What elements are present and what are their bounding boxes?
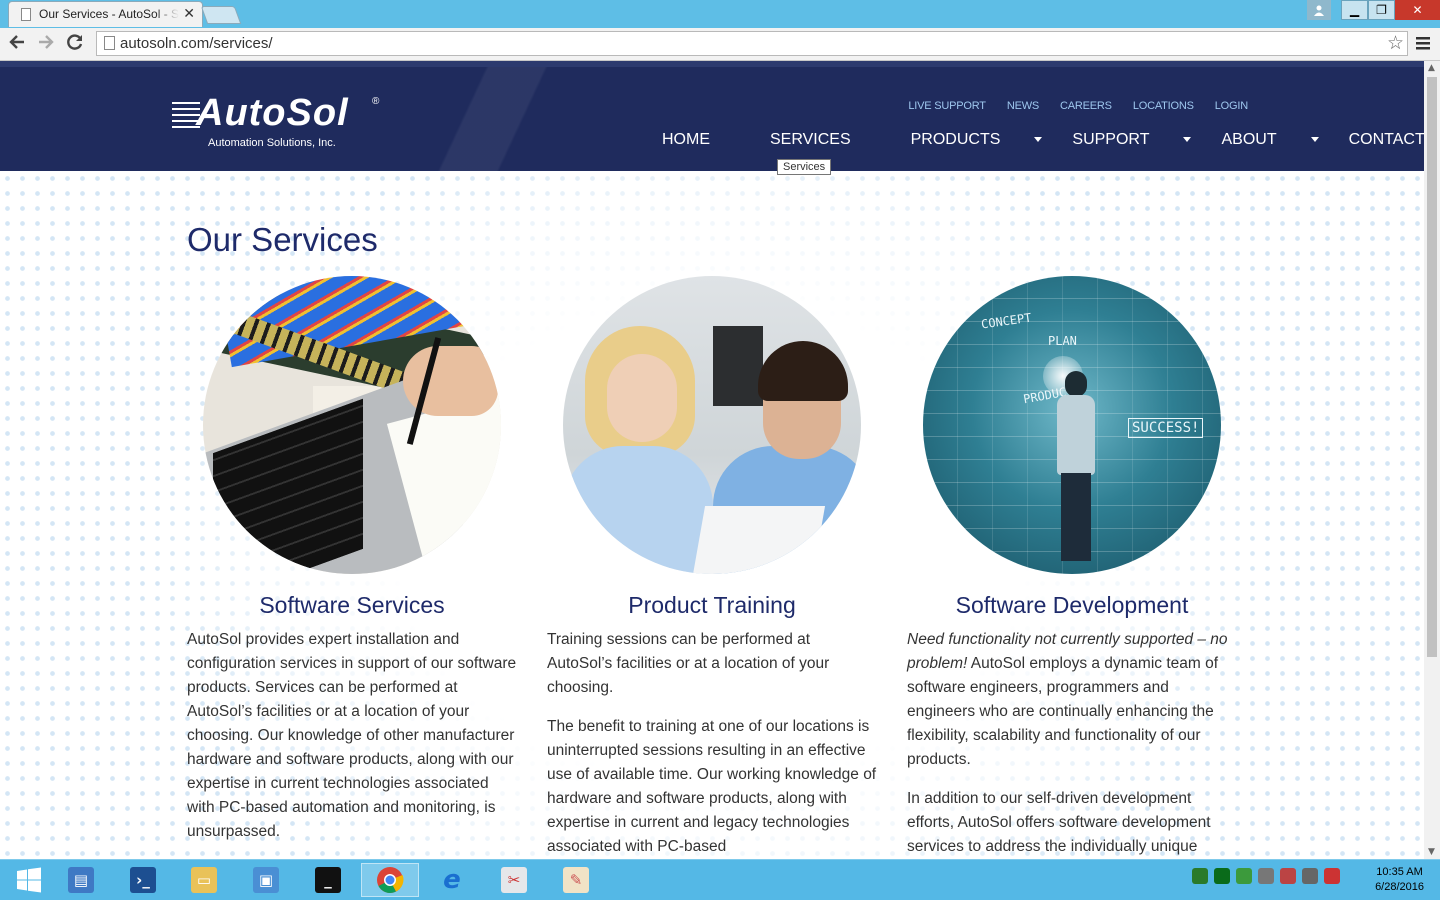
nav-home[interactable]: HOME: [662, 131, 740, 149]
nav-services-label: SERVICES: [770, 131, 851, 148]
utility-link-careers[interactable]: CAREERS: [1060, 100, 1112, 112]
software-development-paragraph-1: Need functionality not currently support…: [907, 628, 1237, 772]
nav-support-label: SUPPORT: [1072, 131, 1150, 148]
reload-icon[interactable]: [66, 32, 84, 56]
tray-display-icon[interactable]: [1258, 868, 1274, 884]
system-tray: [1192, 868, 1340, 884]
command-prompt-icon[interactable]: _: [299, 863, 357, 897]
browser-toolbar: autosoln.com/services/ ☆: [0, 28, 1440, 61]
nav-contact[interactable]: CONTACT: [1349, 131, 1424, 149]
browser-title-bar: Our Services - AutoSol - S ✕ ▁ ❐ ✕: [0, 0, 1440, 28]
clock-date: 6/28/2016: [1375, 881, 1424, 893]
nav-about[interactable]: ABOUT: [1221, 131, 1319, 149]
tab-close-icon[interactable]: ✕: [183, 6, 195, 22]
nav-about-label: ABOUT: [1221, 131, 1277, 148]
software-services-image: [203, 276, 501, 574]
bookmark-star-icon[interactable]: ☆: [1387, 32, 1404, 54]
address-bar[interactable]: autosoln.com/services/ ☆: [96, 31, 1408, 56]
page-favicon-icon: [21, 8, 31, 21]
server-manager-icon[interactable]: ▤: [52, 863, 110, 897]
tray-network-icon[interactable]: [1192, 868, 1208, 884]
nav-home-label: HOME: [662, 131, 710, 148]
scroll-down-icon[interactable]: ▼: [1428, 847, 1435, 857]
snipping-tool-icon[interactable]: ✂: [485, 863, 543, 897]
software-services-heading: Software Services: [259, 592, 445, 618]
nav-contact-label: CONTACT: [1348, 131, 1424, 148]
restore-button[interactable]: ❐: [1368, 0, 1395, 20]
chevron-down-icon: [1310, 137, 1319, 143]
browser-tab[interactable]: Our Services - AutoSol - S ✕: [8, 1, 203, 27]
utility-link-login[interactable]: LOGIN: [1215, 100, 1248, 112]
internet-explorer-icon[interactable]: e: [423, 863, 481, 897]
software-development-image: CONCEPT PLAN PRODUCT SUCCESS!: [923, 276, 1221, 574]
utility-link-locations[interactable]: LOCATIONS: [1133, 100, 1194, 112]
new-tab-button[interactable]: [200, 6, 242, 24]
user-profile-icon[interactable]: [1307, 0, 1331, 20]
utility-link-live-support[interactable]: LIVE SUPPORT: [908, 100, 986, 112]
nav-support[interactable]: SUPPORT: [1072, 131, 1192, 149]
main-content: Our Services Software Services AutoSol p…: [0, 171, 1424, 859]
product-training-paragraph-1: Training sessions can be performed at Au…: [547, 631, 830, 696]
scroll-up-icon[interactable]: ▲: [1428, 63, 1435, 73]
autosol-logo[interactable]: AutoSol ® Automation Solutions, Inc.: [170, 92, 390, 154]
close-window-button[interactable]: ✕: [1395, 0, 1440, 20]
minimize-button[interactable]: ▁: [1341, 0, 1368, 20]
software-development-heading: Software Development: [955, 592, 1189, 618]
product-training-text: Training sessions can be performed at Au…: [547, 628, 877, 859]
main-nav: HOME SERVICES PRODUCTS SUPPORT ABOUT CON…: [662, 131, 1424, 149]
remote-desktop-icon[interactable]: ▣: [237, 863, 295, 897]
file-explorer-icon[interactable]: ▭: [175, 863, 233, 897]
nav-products-label: PRODUCTS: [910, 131, 1001, 148]
windows-taskbar: ▤ ›_ ▭ ▣ _ e ✂ ✎ 10:35 AM 6/28/2016: [0, 859, 1440, 900]
system-clock[interactable]: 10:35 AM 6/28/2016: [1375, 865, 1424, 895]
back-icon[interactable]: [8, 32, 26, 56]
software-services-text: AutoSol provides expert installation and…: [187, 628, 517, 859]
tray-monitor-icon[interactable]: [1302, 868, 1318, 884]
scrollbar-thumb[interactable]: [1427, 77, 1437, 657]
url-text[interactable]: autosoln.com/services/: [120, 35, 273, 52]
powershell-icon[interactable]: ›_: [114, 863, 172, 897]
nav-products[interactable]: PRODUCTS: [911, 131, 1043, 149]
product-training-image: [563, 276, 861, 574]
start-icon[interactable]: [0, 863, 58, 897]
nav-services[interactable]: SERVICES: [770, 131, 881, 149]
utility-nav: LIVE SUPPORT NEWS CAREERS LOCATIONS LOGI…: [887, 100, 1248, 112]
page-viewport: AutoSol ® Automation Solutions, Inc. LIV…: [0, 61, 1424, 859]
tab-title: Our Services - AutoSol - S: [39, 7, 179, 21]
paint-icon[interactable]: ✎: [547, 863, 605, 897]
logo-wordmark: AutoSol: [196, 92, 349, 134]
chevron-down-icon: [1034, 137, 1043, 143]
product-training-heading: Product Training: [628, 592, 796, 618]
tray-warning-icon[interactable]: [1280, 868, 1296, 884]
page-scrollbar[interactable]: ▲ ▼: [1424, 61, 1440, 859]
software-development-text: Need functionality not currently support…: [907, 628, 1237, 859]
product-training-paragraph-2: The benefit to training at one of our lo…: [547, 718, 877, 855]
photo-label-plan: PLAN: [1048, 334, 1077, 348]
tray-app-icon[interactable]: [1214, 868, 1230, 884]
clock-time: 10:35 AM: [1376, 866, 1423, 878]
photo-label-success: SUCCESS!: [1128, 418, 1204, 438]
logo-registered-mark: ®: [372, 96, 380, 107]
software-services-paragraph: AutoSol provides expert installation and…: [187, 631, 517, 840]
logo-tagline: Automation Solutions, Inc.: [208, 137, 336, 149]
chevron-down-icon: [1183, 137, 1192, 143]
forward-icon[interactable]: [37, 32, 55, 56]
software-development-paragraph-2: In addition to our self-driven developme…: [907, 790, 1211, 855]
menu-icon[interactable]: [1416, 33, 1430, 55]
tray-shield-icon[interactable]: [1236, 868, 1252, 884]
window-controls: ▁ ❐ ✕: [1307, 0, 1440, 20]
page-title: Our Services: [187, 221, 378, 258]
site-header: AutoSol ® Automation Solutions, Inc. LIV…: [0, 67, 1424, 171]
page-icon: [104, 36, 115, 50]
tray-volume-muted-icon[interactable]: [1324, 868, 1340, 884]
utility-link-news[interactable]: NEWS: [1007, 100, 1039, 112]
chrome-icon[interactable]: [361, 863, 419, 897]
